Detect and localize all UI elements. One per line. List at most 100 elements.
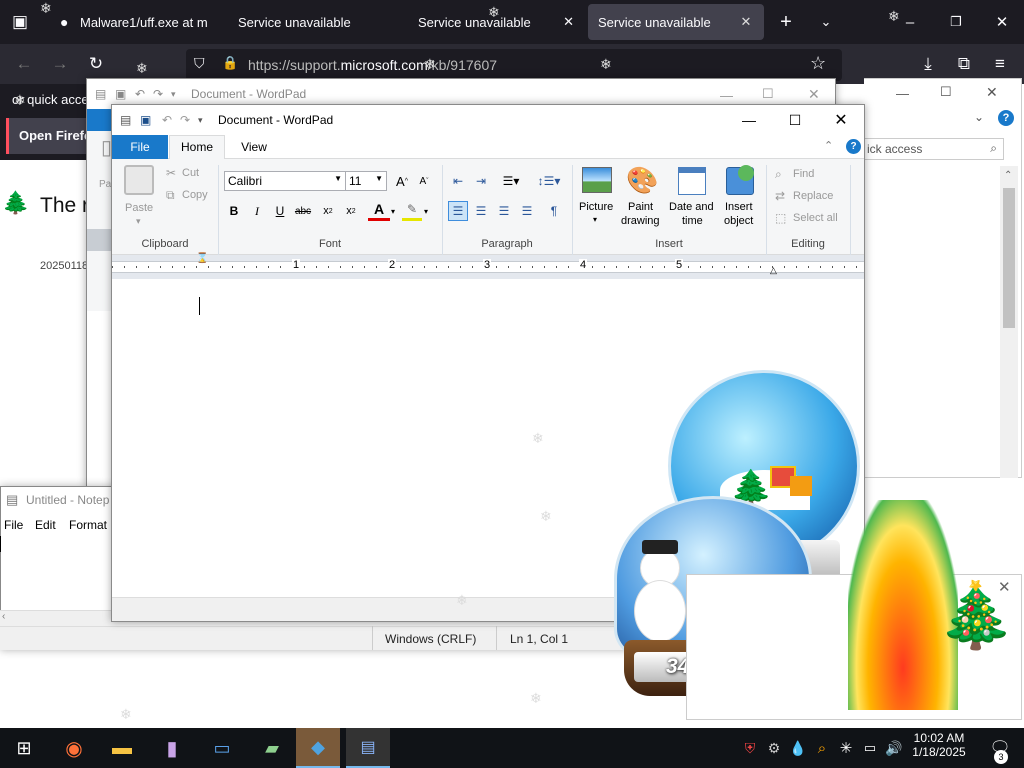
decrease-indent-icon[interactable]: ⇤ (448, 171, 468, 191)
datetime-label-1[interactable]: Date and (669, 201, 714, 213)
right-indent-marker[interactable]: △ (770, 265, 777, 276)
grow-font-icon[interactable]: A ^ (392, 171, 412, 191)
view-tab[interactable]: View (236, 135, 272, 159)
chevron-down-icon[interactable]: ⌄ (974, 110, 984, 124)
open-firefox-button[interactable]: Open Firefox (6, 118, 86, 154)
close-icon[interactable]: ✕ (986, 84, 998, 101)
chevron-up-icon[interactable]: ⌃ (1004, 170, 1012, 181)
bookmark-star-icon[interactable]: ☆ (810, 53, 826, 74)
scrollbar-thumb[interactable] (1003, 188, 1015, 328)
chevron-down-icon[interactable]: ⌄ (812, 8, 840, 36)
align-right-icon[interactable]: ☰ (494, 201, 514, 221)
network-icon[interactable]: ▭ (858, 728, 882, 768)
help-icon[interactable]: ? (846, 139, 861, 154)
back-icon[interactable]: ← (10, 50, 38, 78)
superscript-icon[interactable]: x2 (341, 201, 361, 221)
menu-file[interactable]: File (4, 518, 23, 532)
font-family-select[interactable]: Calibri ▼ (224, 171, 346, 191)
bullets-icon[interactable]: ☰▾ (496, 171, 526, 191)
insert-object-label-2[interactable]: object (724, 215, 753, 227)
scrollbar[interactable]: ⌃ (1000, 166, 1018, 478)
minimize-icon[interactable]: – (896, 8, 924, 36)
subscript-icon[interactable]: x2 (318, 201, 338, 221)
redo-icon[interactable]: ↷ (180, 113, 198, 127)
collapse-ribbon-icon[interactable]: ⌃ (824, 139, 833, 152)
minimize-icon[interactable]: — (726, 105, 772, 135)
close-icon[interactable]: ✕ (563, 14, 574, 30)
minimize-icon[interactable]: — (896, 86, 909, 101)
italic-icon[interactable]: I (247, 201, 267, 221)
maximize-icon[interactable]: ☐ (762, 86, 774, 102)
sync-tray-icon[interactable]: ⚙ (762, 728, 786, 768)
monitor-app-icon[interactable]: ▭ (200, 728, 244, 768)
menu-icon[interactable]: ≡ (986, 50, 1014, 78)
paragraph-settings-icon[interactable]: ¶ (544, 201, 564, 221)
maximize-icon[interactable]: ☐ (940, 84, 952, 100)
first-line-indent-marker[interactable]: ⌛ (196, 253, 208, 264)
snowflake-tray-icon[interactable]: ✳ (834, 728, 858, 768)
extensions-icon[interactable]: ⧉ (950, 50, 978, 78)
tab-service-unavailable-2[interactable]: Service unavailable ✕ (408, 4, 584, 40)
menu-format[interactable]: Format (69, 518, 107, 532)
find-button[interactable]: Find (793, 168, 814, 180)
paint-drawing-label-2[interactable]: drawing (621, 215, 660, 227)
snowglobe-app-icon[interactable]: ◆ (296, 728, 340, 768)
paint-drawing-label-1[interactable]: Paint (628, 201, 653, 213)
chevron-left-icon[interactable]: ‹ (2, 611, 5, 622)
select-all-button[interactable]: Select all (793, 212, 838, 224)
start-icon[interactable]: ⊞ (2, 728, 46, 768)
copy-button[interactable]: Copy (182, 189, 208, 201)
customize-icon[interactable]: ▾ (198, 115, 212, 126)
file-explorer-icon[interactable]: ▬ (100, 728, 144, 768)
volume-icon[interactable]: 🔊 (882, 728, 906, 768)
shrink-font-icon[interactable]: Aˇ (414, 171, 434, 191)
save-icon[interactable]: ▣ (140, 113, 162, 127)
paste-icon[interactable] (124, 165, 154, 195)
security-tray-icon[interactable]: ⛨ (738, 728, 762, 768)
minimize-icon[interactable]: — (720, 88, 733, 103)
align-center-icon[interactable]: ☰ (471, 201, 491, 221)
tab-github[interactable]: ● Malware1/uff.exe at m (50, 4, 224, 40)
url-bar[interactable]: ⛉ 🔒 https://support.microsoft.com/kb/917… (186, 49, 842, 81)
tab-service-unavailable-active[interactable]: Service unavailable ✕ (588, 4, 764, 40)
chevron-down-icon[interactable]: ▾ (391, 207, 395, 216)
notepad-app-icon[interactable]: ▮ (150, 728, 194, 768)
highlight-icon[interactable]: ✎ (402, 201, 422, 221)
firefox-icon[interactable]: ◉ (52, 728, 96, 768)
increase-indent-icon[interactable]: ⇥ (471, 171, 491, 191)
notebook-app-icon[interactable]: ▰ (250, 728, 294, 768)
file-tab[interactable]: File (112, 135, 168, 159)
download-icon[interactable]: ⤓ (914, 50, 942, 78)
forward-icon[interactable]: → (46, 50, 74, 78)
justify-icon[interactable]: ☰ (517, 201, 537, 221)
close-icon[interactable]: ✕ (808, 86, 820, 103)
chevron-down-icon[interactable]: ▾ (593, 215, 597, 224)
calendar-clock-icon[interactable] (678, 167, 706, 195)
align-left-icon[interactable]: ☰ (448, 201, 468, 221)
search-input[interactable]: ick access ⌕ (864, 138, 1004, 160)
picture-icon[interactable] (582, 167, 612, 193)
restore-icon[interactable]: ❐ (942, 8, 970, 36)
clock[interactable]: 10:02 AM 1/18/2025 (908, 731, 970, 759)
paint-palette-icon[interactable]: 🎨 (626, 165, 658, 196)
font-size-select[interactable]: 11 ▼ (345, 171, 387, 191)
close-icon[interactable]: ✕ (738, 14, 754, 30)
droplet-tray-icon[interactable]: 💧 (786, 728, 810, 768)
picture-label[interactable]: Picture (579, 201, 613, 213)
paste-label[interactable]: Paste (125, 202, 153, 214)
tab-list-icon[interactable]: ▣ (6, 8, 34, 36)
line-spacing-icon[interactable]: ↕☰▾ (534, 171, 564, 191)
strikethrough-icon[interactable]: abc (293, 201, 313, 221)
maximize-icon[interactable]: ☐ (772, 105, 818, 135)
help-icon[interactable]: ? (998, 110, 1014, 126)
close-icon[interactable]: ✕ (818, 105, 864, 135)
cut-button[interactable]: Cut (182, 167, 199, 179)
datetime-label-2[interactable]: time (682, 215, 703, 227)
ruler[interactable]: 1 2 3 4 5 ⌛ △ (112, 253, 864, 279)
bold-icon[interactable]: B (224, 201, 244, 221)
wordpad-app-icon[interactable]: ▤ (346, 728, 390, 768)
insert-object-label-1[interactable]: Insert (725, 201, 753, 213)
chevron-down-icon[interactable]: ▾ (424, 207, 428, 216)
search-tray-icon[interactable]: ⌕ (810, 728, 834, 768)
menu-edit[interactable]: Edit (35, 518, 56, 532)
